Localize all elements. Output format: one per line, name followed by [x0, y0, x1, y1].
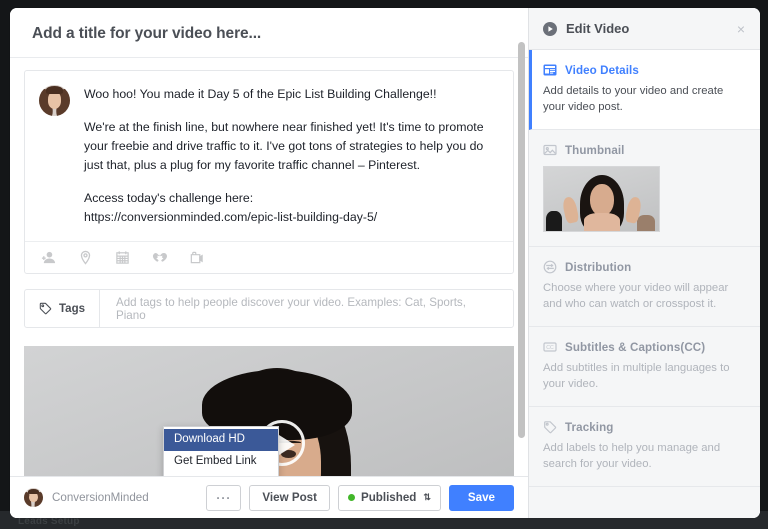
section-title: Thumbnail [565, 143, 625, 157]
post-composer: Woo hoo! You made it Day 5 of the Epic L… [24, 70, 514, 274]
sidebar-item-distribution[interactable]: Distribution Choose where your video wil… [529, 247, 760, 327]
sidebar-item-tracking[interactable]: Tracking Add labels to help you manage a… [529, 407, 760, 487]
distribution-icon [543, 260, 557, 274]
tags-label: Tags [59, 302, 85, 315]
tag-icon [543, 420, 557, 434]
tags-input[interactable]: Add tags to help people discover your vi… [100, 290, 513, 327]
thumbnail-preview[interactable] [543, 166, 660, 232]
view-post-button[interactable]: View Post [249, 484, 330, 511]
section-head: Video Details [543, 63, 746, 77]
menu-item-download-hd[interactable]: Download HD [164, 429, 278, 451]
status-dot [347, 494, 355, 501]
post-paragraph-2: We're at the finish line, but nowhere ne… [84, 120, 484, 172]
left-scrollbar-thumb[interactable] [518, 42, 525, 438]
feeling-icon[interactable] [152, 250, 167, 265]
tags-field[interactable]: Tags Add tags to help people discover yo… [24, 289, 514, 328]
page-identity: ConversionMinded [24, 488, 149, 507]
avatar [39, 85, 70, 116]
video-title-input[interactable]: Add a title for your video here... [32, 25, 506, 43]
video-title-row: Add a title for your video here... [10, 8, 528, 58]
status-label: Published [360, 491, 417, 504]
dialog-footer: ConversionMinded ··· View Post Published… [10, 476, 528, 518]
left-scroll-region: Add a title for your video here... Woo h… [10, 8, 528, 476]
section-head: CC Subtitles & Captions(CC) [543, 340, 746, 354]
post-text-input[interactable]: Woo hoo! You made it Day 5 of the Epic L… [84, 85, 499, 227]
menu-item-get-embed-link[interactable]: Get Embed Link [164, 451, 278, 473]
page-avatar [24, 488, 43, 507]
location-icon[interactable] [78, 250, 93, 265]
sidebar-header: Edit Video × [529, 8, 760, 50]
play-circle-icon [542, 21, 558, 37]
more-options-button[interactable]: ··· [206, 484, 242, 511]
sidebar-item-subtitles-captions[interactable]: CC Subtitles & Captions(CC) Add subtitle… [529, 327, 760, 407]
edit-video-dialog: Add a title for your video here... Woo h… [10, 8, 760, 518]
thumbnail-icon [543, 143, 557, 157]
section-description: Add subtitles in multiple languages to y… [543, 362, 730, 390]
section-title: Distribution [565, 260, 632, 274]
section-head: Distribution [543, 260, 746, 274]
publish-status-dropdown[interactable]: Published ⇅ [337, 484, 441, 511]
chevron-updown-icon: ⇅ [423, 492, 431, 502]
section-title: Video Details [565, 63, 639, 77]
video-details-icon [543, 63, 557, 77]
page-name: ConversionMinded [52, 491, 149, 504]
section-head: Tracking [543, 420, 746, 434]
left-scrollbar[interactable] [518, 16, 525, 454]
section-title: Tracking [565, 420, 614, 434]
tag-icon [39, 302, 52, 315]
post-paragraph-1: Woo hoo! You made it Day 5 of the Epic L… [84, 87, 437, 101]
camera-icon[interactable] [189, 250, 204, 265]
composer-icon-bar [25, 241, 513, 273]
save-button[interactable]: Save [448, 484, 514, 511]
close-icon[interactable]: × [732, 20, 750, 38]
svg-text:CC: CC [546, 345, 554, 351]
section-description: Add labels to help you manage and search… [543, 442, 721, 470]
footer-actions: ··· View Post Published ⇅ Save [206, 484, 514, 511]
tag-people-icon[interactable] [41, 250, 56, 265]
calendar-icon[interactable] [115, 250, 130, 265]
section-description: Add details to your video and create you… [543, 85, 724, 113]
sidebar-filler [529, 487, 760, 518]
post-paragraph-3: Access today's challenge here: https://co… [84, 191, 378, 224]
cc-icon: CC [543, 340, 557, 354]
edit-video-sidebar: Edit Video × Video Details Add details t… [528, 8, 760, 518]
sidebar-item-video-details[interactable]: Video Details Add details to your video … [529, 50, 760, 130]
section-head: Thumbnail [543, 143, 746, 157]
tags-label-group: Tags [25, 290, 100, 327]
section-title: Subtitles & Captions(CC) [565, 340, 706, 354]
sidebar-title: Edit Video [566, 21, 630, 36]
section-description: Choose where your video will appear and … [543, 282, 729, 310]
video-details-pane: Add a title for your video here... Woo h… [10, 8, 528, 518]
sidebar-item-thumbnail[interactable]: Thumbnail [529, 130, 760, 247]
screen: Leads Setup Add a title for your video h… [0, 0, 768, 529]
composer-body: Woo hoo! You made it Day 5 of the Epic L… [25, 71, 513, 241]
